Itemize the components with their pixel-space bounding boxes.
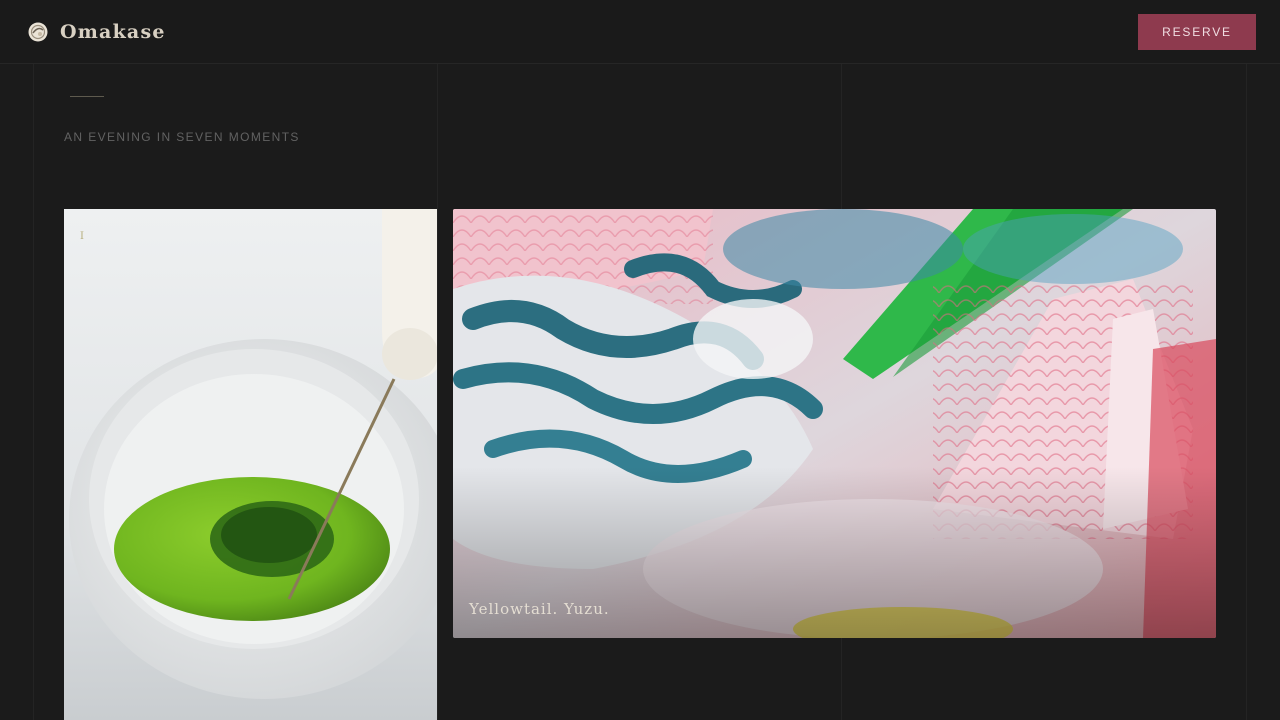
course-card-matcha[interactable]: I — [64, 209, 437, 720]
brand-link[interactable]: Omakase — [27, 21, 166, 43]
course-caption: Yellowtail. Yuzu. — [469, 600, 610, 618]
plate-icon — [27, 21, 49, 43]
grid-line — [1246, 64, 1247, 720]
course-card-yellowtail[interactable]: Yellowtail. Yuzu. — [453, 209, 1216, 638]
grid-line — [437, 64, 438, 720]
reserve-button[interactable]: RESERVE — [1138, 13, 1256, 50]
matcha-image — [64, 209, 437, 720]
course-index: I — [80, 231, 84, 242]
site-header: Omakase RESERVE — [0, 0, 1280, 64]
brand-name: Omakase — [60, 20, 166, 43]
accent-divider — [70, 96, 104, 97]
section-tagline: AN EVENING IN SEVEN MOMENTS — [64, 130, 300, 144]
sashimi-image — [453, 209, 1216, 638]
page: Omakase RESERVE AN EVENING IN SEVEN MOME… — [0, 0, 1280, 720]
grid-line — [33, 64, 34, 720]
